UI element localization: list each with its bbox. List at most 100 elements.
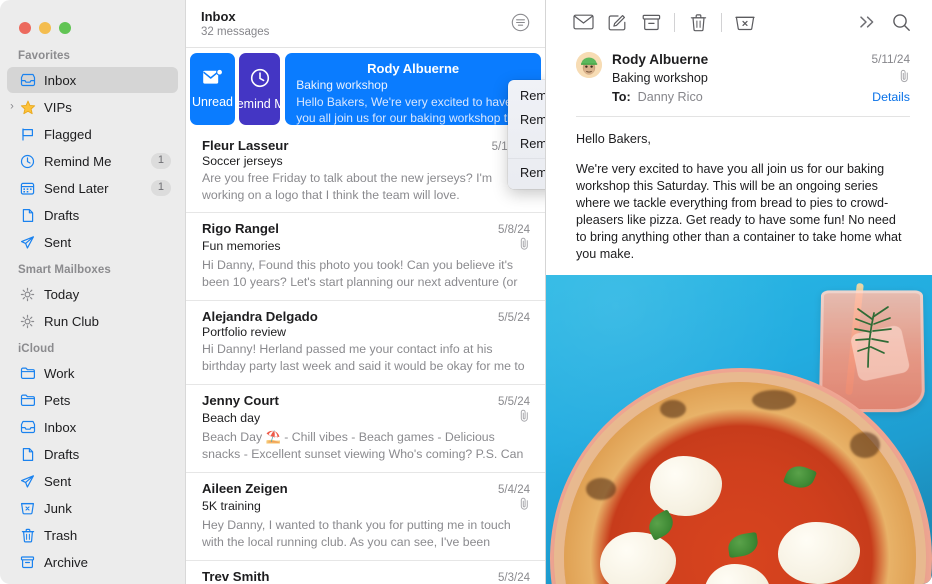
mozzarella-blob bbox=[600, 532, 676, 584]
swipe-action-label: Remind Me bbox=[239, 96, 280, 111]
close-button[interactable] bbox=[19, 22, 31, 34]
message-count: 32 messages bbox=[201, 26, 270, 38]
toolbar-divider bbox=[674, 12, 675, 32]
folder-icon bbox=[18, 365, 37, 382]
mail-window: Favorites Inbox › VIPs Flagged Remind Me… bbox=[0, 0, 932, 584]
filter-lines-icon bbox=[511, 13, 529, 31]
sidebar-item-remind-me[interactable]: Remind Me 1 bbox=[7, 148, 178, 174]
menu-item-remind-1-hour[interactable]: Remind Me in 1 Hour bbox=[508, 84, 545, 108]
sidebar-item-label: Archive bbox=[44, 554, 88, 570]
swipe-action-unread[interactable]: Unread bbox=[190, 53, 235, 125]
sidebar-item-flagged[interactable]: Flagged bbox=[7, 121, 178, 147]
junk-button[interactable] bbox=[728, 8, 762, 36]
sidebar-item-label: Send Later bbox=[44, 180, 109, 196]
message-subject: Fun memories bbox=[202, 239, 281, 253]
chevron-right-icon[interactable]: › bbox=[6, 101, 18, 113]
message-list-item-selected[interactable]: Rody Albuerne Baking workshop Hello Bake… bbox=[285, 53, 542, 125]
message-preview: Hello Bakers, We're very excited to have… bbox=[296, 95, 522, 125]
message-preview: Hi Danny! Herland passed me your contact… bbox=[202, 342, 525, 373]
sidebar-item-inbox[interactable]: Inbox bbox=[7, 67, 178, 93]
message-date: 5/5/24 bbox=[498, 396, 530, 408]
body-paragraph: Hello Bakers, bbox=[576, 132, 651, 146]
char-spot bbox=[660, 400, 686, 418]
paperclip-icon bbox=[519, 497, 530, 515]
sidebar-item-icloud-sent[interactable]: Sent bbox=[7, 468, 178, 494]
sidebar-item-vips[interactable]: › VIPs bbox=[7, 94, 178, 120]
sidebar-item-send-later[interactable]: Send Later 1 bbox=[7, 175, 178, 201]
archive-box-icon bbox=[642, 14, 660, 30]
calendar-icon bbox=[18, 180, 37, 197]
paperclip-icon bbox=[872, 69, 910, 88]
message-list-item[interactable]: Alejandra Delgado 5/5/24 Portfolio revie… bbox=[186, 301, 545, 385]
sidebar-item-label: Run Club bbox=[44, 313, 99, 329]
flag-icon bbox=[18, 126, 37, 143]
menu-item-remind-tonight[interactable]: Remind Me Tonight bbox=[508, 108, 545, 132]
message-preview: Are you free Friday to talk about the ne… bbox=[202, 171, 493, 202]
message-subject: Beach day bbox=[202, 411, 261, 425]
inbox-tray-icon bbox=[18, 72, 37, 89]
message-list-item[interactable]: Rigo Rangel 5/8/24 Fun memories Hi Danny… bbox=[186, 213, 545, 301]
compose-button[interactable] bbox=[600, 8, 634, 36]
toolbar-divider bbox=[721, 12, 722, 32]
sidebar-item-today[interactable]: Today bbox=[7, 281, 178, 307]
remind-me-context-menu: Remind Me in 1 Hour Remind Me Tonight Re… bbox=[508, 80, 545, 189]
menu-item-remind-later[interactable]: Remind Me Later… bbox=[508, 158, 545, 185]
sidebar-item-run-club[interactable]: Run Club bbox=[7, 308, 178, 334]
trash-icon bbox=[18, 527, 37, 544]
zoom-button[interactable] bbox=[59, 22, 71, 34]
recipient-row: To: Danny Rico bbox=[612, 88, 862, 107]
sidebar-item-label: Sent bbox=[44, 234, 72, 250]
swipe-action-remind-me[interactable]: Remind Me bbox=[239, 53, 281, 125]
junk-bin-icon bbox=[735, 16, 755, 30]
sidebar-item-pets[interactable]: Pets bbox=[7, 387, 178, 413]
message-preview: Beach Day ⛱️ - Chill vibes - Beach games… bbox=[202, 430, 524, 461]
paper-plane-icon bbox=[18, 473, 37, 490]
sidebar-item-trash[interactable]: Trash bbox=[7, 522, 178, 548]
message-date: 5/3/24 bbox=[498, 572, 530, 584]
swipe-action-label: Unread bbox=[192, 95, 233, 109]
menu-item-remind-tomorrow[interactable]: Remind Me Tomorrow bbox=[508, 132, 545, 156]
star-icon bbox=[18, 99, 37, 116]
message-from: Rigo Rangel bbox=[202, 221, 279, 236]
details-link[interactable]: Details bbox=[872, 88, 910, 107]
delete-button[interactable] bbox=[681, 8, 715, 36]
unread-badge: 1 bbox=[150, 153, 171, 169]
archive-button[interactable] bbox=[634, 8, 668, 36]
envelope-icon bbox=[572, 14, 594, 30]
message-list-item[interactable]: Aileen Zeigen 5/4/24 5K training Hey Dan… bbox=[186, 473, 545, 561]
unread-badge: 1 bbox=[150, 180, 171, 196]
mozzarella-blob bbox=[650, 456, 722, 516]
sender-name: Rody Albuerne bbox=[612, 52, 709, 67]
more-button[interactable] bbox=[850, 8, 884, 36]
document-icon bbox=[18, 446, 37, 463]
sidebar-item-icloud-inbox[interactable]: Inbox bbox=[7, 414, 178, 440]
sidebar-item-label: Remind Me bbox=[44, 153, 112, 169]
sidebar-item-sent[interactable]: Sent bbox=[7, 229, 178, 255]
archive-box-icon bbox=[18, 554, 37, 571]
sidebar-item-archive[interactable]: Archive bbox=[7, 549, 178, 575]
sidebar-section-title-favorites: Favorites bbox=[18, 50, 71, 62]
filter-button[interactable] bbox=[509, 11, 531, 33]
paperclip-icon bbox=[519, 409, 530, 427]
sidebar-item-drafts[interactable]: Drafts bbox=[7, 202, 178, 228]
message-preview: Hi Danny, Found this photo you took! Can… bbox=[202, 258, 518, 289]
sidebar-item-label: Inbox bbox=[44, 419, 77, 435]
sidebar-section-title-icloud: iCloud bbox=[18, 343, 55, 355]
paperclip-icon bbox=[519, 237, 530, 255]
message-list-item[interactable]: Trev Smith 5/3/24 Illustration reference… bbox=[186, 561, 545, 584]
message-list-item[interactable]: Jenny Court 5/5/24 Beach day Beach Day ⛱… bbox=[186, 385, 545, 473]
sidebar-item-work[interactable]: Work bbox=[7, 360, 178, 386]
mark-unread-button[interactable] bbox=[566, 8, 600, 36]
gear-icon bbox=[18, 286, 37, 303]
minimize-button[interactable] bbox=[39, 22, 51, 34]
reader-toolbar bbox=[546, 0, 932, 44]
message-list: Inbox 32 messages Unread Remind Me bbox=[186, 0, 546, 584]
sidebar-item-junk[interactable]: Junk bbox=[7, 495, 178, 521]
message-subject: 5K training bbox=[202, 499, 261, 513]
message-list-item[interactable]: Fleur Lasseur 5/10/24 Soccer jerseys Are… bbox=[186, 130, 545, 213]
search-button[interactable] bbox=[884, 8, 918, 36]
sidebar-item-label: Today bbox=[44, 286, 80, 302]
attachment-image[interactable] bbox=[546, 275, 932, 584]
sidebar-item-icloud-drafts[interactable]: Drafts bbox=[7, 441, 178, 467]
body-paragraph: We're very excited to have you all join … bbox=[576, 162, 902, 261]
